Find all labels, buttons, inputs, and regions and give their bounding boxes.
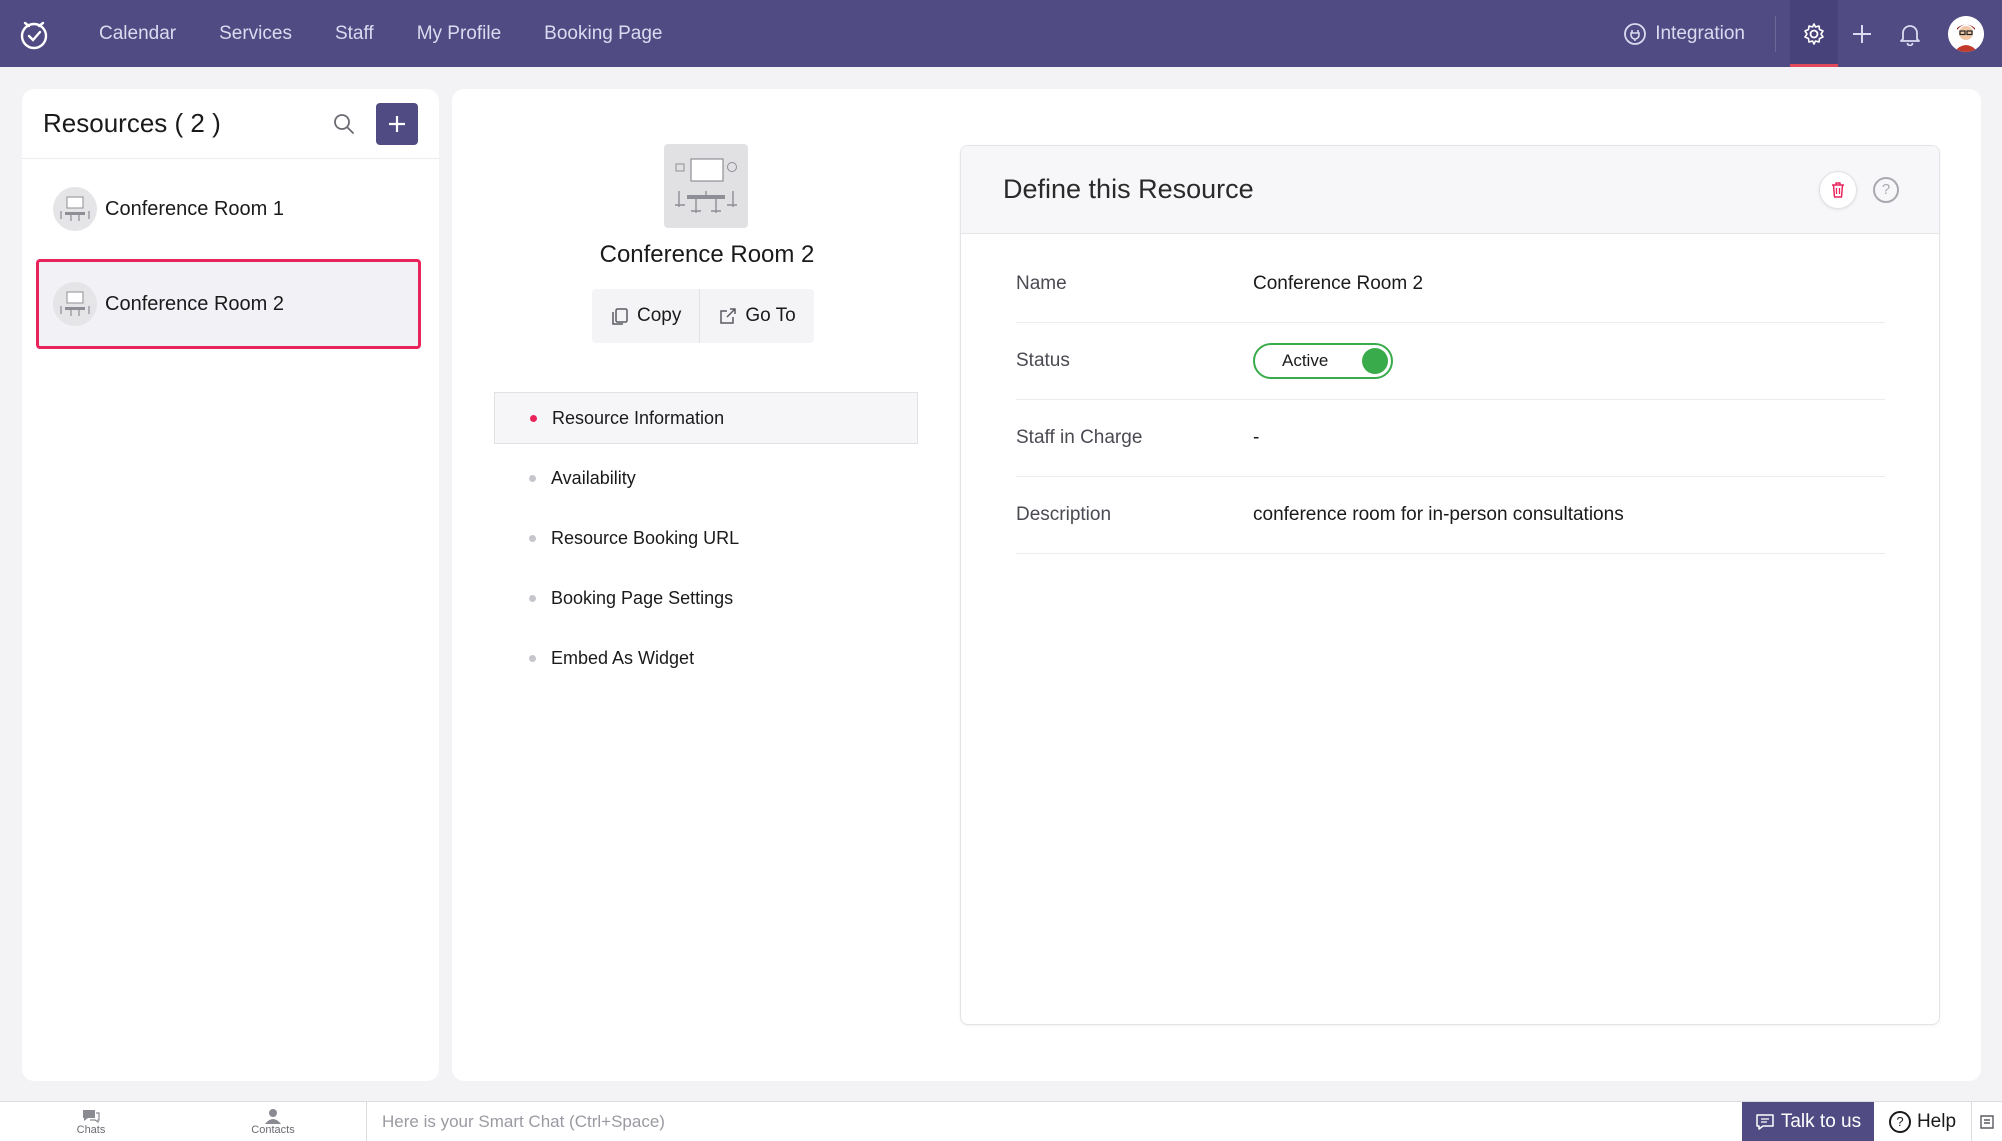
top-navigation: Calendar Services Staff My Profile Booki… <box>0 0 2002 67</box>
menu-bullet <box>530 414 537 422</box>
settings-button[interactable] <box>1790 0 1838 67</box>
menu-label: Resource Booking URL <box>551 527 740 548</box>
go-to-label: Go To <box>745 305 796 326</box>
menu-availability[interactable]: Availability <box>494 452 918 504</box>
field-row-name: Name Conference Room 2 <box>1016 246 1885 323</box>
resources-title: Resources ( 2 ) <box>43 108 221 138</box>
menu-label: Booking Page Settings <box>551 587 734 608</box>
help-icon[interactable]: ? <box>1873 176 1899 203</box>
resource-name: Conference Room 1 <box>105 197 284 220</box>
resource-menu: Resource Information Availability Resour… <box>494 392 918 692</box>
staff-in-charge-value[interactable]: - <box>1253 427 1259 449</box>
nav-divider <box>1775 15 1776 52</box>
toggle-knob <box>1362 348 1388 374</box>
delete-resource-button[interactable] <box>1819 170 1857 209</box>
app-logo-icon[interactable] <box>17 17 51 51</box>
resource-actions: Copy Go To <box>592 289 814 343</box>
field-row-description: Description conference room for in-perso… <box>1016 477 1885 554</box>
status-value: Active <box>1282 351 1329 370</box>
menu-label: Resource Information <box>552 407 725 428</box>
chat-icon <box>1756 1113 1774 1130</box>
resource-detail-card: Conference Room 2 Copy Go To Resource In… <box>452 89 1981 1081</box>
menu-embed-as-widget[interactable]: Embed As Widget <box>494 632 918 684</box>
resource-name: Conference Room 2 <box>105 292 284 315</box>
integration-icon <box>1624 22 1647 45</box>
menu-booking-page-settings[interactable]: Booking Page Settings <box>494 572 918 624</box>
help-label: Help <box>1916 1110 1957 1132</box>
menu-resource-information[interactable]: Resource Information <box>494 392 918 444</box>
plus-icon <box>389 115 405 132</box>
resource-fields: Name Conference Room 2 Status Active Sta… <box>961 234 1939 554</box>
field-row-staff: Staff in Charge - <box>1016 400 1885 477</box>
nav-services[interactable]: Services <box>219 23 292 45</box>
copy-button[interactable]: Copy <box>592 289 699 343</box>
nav-staff[interactable]: Staff <box>335 23 374 45</box>
chats-label: Chats <box>76 1123 106 1136</box>
gear-icon <box>1804 22 1824 45</box>
define-resource-header: Define this Resource ? <box>961 146 1939 234</box>
smart-chat-input[interactable]: Here is your Smart Chat (Ctrl+Space) <box>366 1101 1742 1141</box>
nav-my-profile[interactable]: My Profile <box>417 23 501 45</box>
name-label: Name <box>1016 273 1067 294</box>
notes-icon[interactable] <box>1972 1102 2002 1141</box>
menu-label: Embed As Widget <box>551 647 695 668</box>
field-row-status: Status Active <box>1016 323 1885 400</box>
conference-room-image <box>664 144 748 228</box>
resource-list-item-selected[interactable]: Conference Room 2 <box>36 259 421 349</box>
bottom-bar: Chats Contacts Here is your Smart Chat (… <box>0 1101 2002 1141</box>
conference-room-icon <box>53 187 97 231</box>
trash-icon <box>1832 181 1844 198</box>
menu-resource-booking-url[interactable]: Resource Booking URL <box>494 512 918 564</box>
help-icon: ? <box>1888 1110 1911 1133</box>
nav-calendar[interactable]: Calendar <box>99 23 176 45</box>
search-button[interactable] <box>332 112 356 136</box>
resources-panel: Resources ( 2 ) Conference Room 1 Confer… <box>22 89 439 1081</box>
menu-bullet <box>529 474 536 482</box>
define-resource-panel: Define this Resource ? Name Conference R… <box>960 145 1940 1025</box>
contacts-icon <box>265 1108 281 1124</box>
status-toggle[interactable]: Active <box>1253 343 1393 379</box>
contacts-tab[interactable]: Contacts <box>182 1102 364 1141</box>
define-resource-title: Define this Resource <box>1003 174 1254 204</box>
add-button[interactable] <box>1838 0 1886 67</box>
help-button[interactable]: ? Help <box>1874 1101 1972 1141</box>
nav-booking-page[interactable]: Booking Page <box>544 23 662 45</box>
resource-list-item[interactable]: Conference Room 1 <box>36 167 421 251</box>
contacts-label: Contacts <box>251 1123 295 1136</box>
plus-icon <box>1853 24 1871 43</box>
copy-label: Copy <box>637 305 682 326</box>
avatar[interactable] <box>1948 15 1984 52</box>
integration-label: Integration <box>1655 22 1745 44</box>
resources-header: Resources ( 2 ) <box>22 89 439 159</box>
external-link-icon <box>720 308 737 324</box>
menu-bullet <box>529 654 536 662</box>
copy-icon <box>612 308 628 325</box>
integration-link[interactable]: Integration <box>1623 22 1745 46</box>
chats-tab[interactable]: Chats <box>0 1102 182 1141</box>
add-resource-button[interactable] <box>376 102 418 145</box>
bell-icon <box>1900 24 1920 46</box>
chat-icon <box>83 1109 100 1123</box>
status-label: Status <box>1016 350 1070 371</box>
description-label: Description <box>1016 504 1112 525</box>
talk-to-us-label: Talk to us <box>1780 1110 1862 1132</box>
notifications-button[interactable] <box>1886 0 1934 67</box>
menu-bullet <box>529 534 536 542</box>
conference-room-icon <box>53 282 97 326</box>
go-to-button[interactable]: Go To <box>699 289 813 343</box>
nav-right-group: Integration <box>1623 0 2002 67</box>
staff-in-charge-label: Staff in Charge <box>1016 427 1143 448</box>
description-value[interactable]: conference room for in-person consultati… <box>1253 504 1624 526</box>
talk-to-us-button[interactable]: Talk to us <box>1742 1101 1874 1141</box>
menu-bullet <box>529 594 536 602</box>
search-icon <box>334 113 354 134</box>
resource-title: Conference Room 2 <box>599 241 815 268</box>
menu-label: Availability <box>551 467 636 488</box>
name-value[interactable]: Conference Room 2 <box>1253 273 1423 295</box>
